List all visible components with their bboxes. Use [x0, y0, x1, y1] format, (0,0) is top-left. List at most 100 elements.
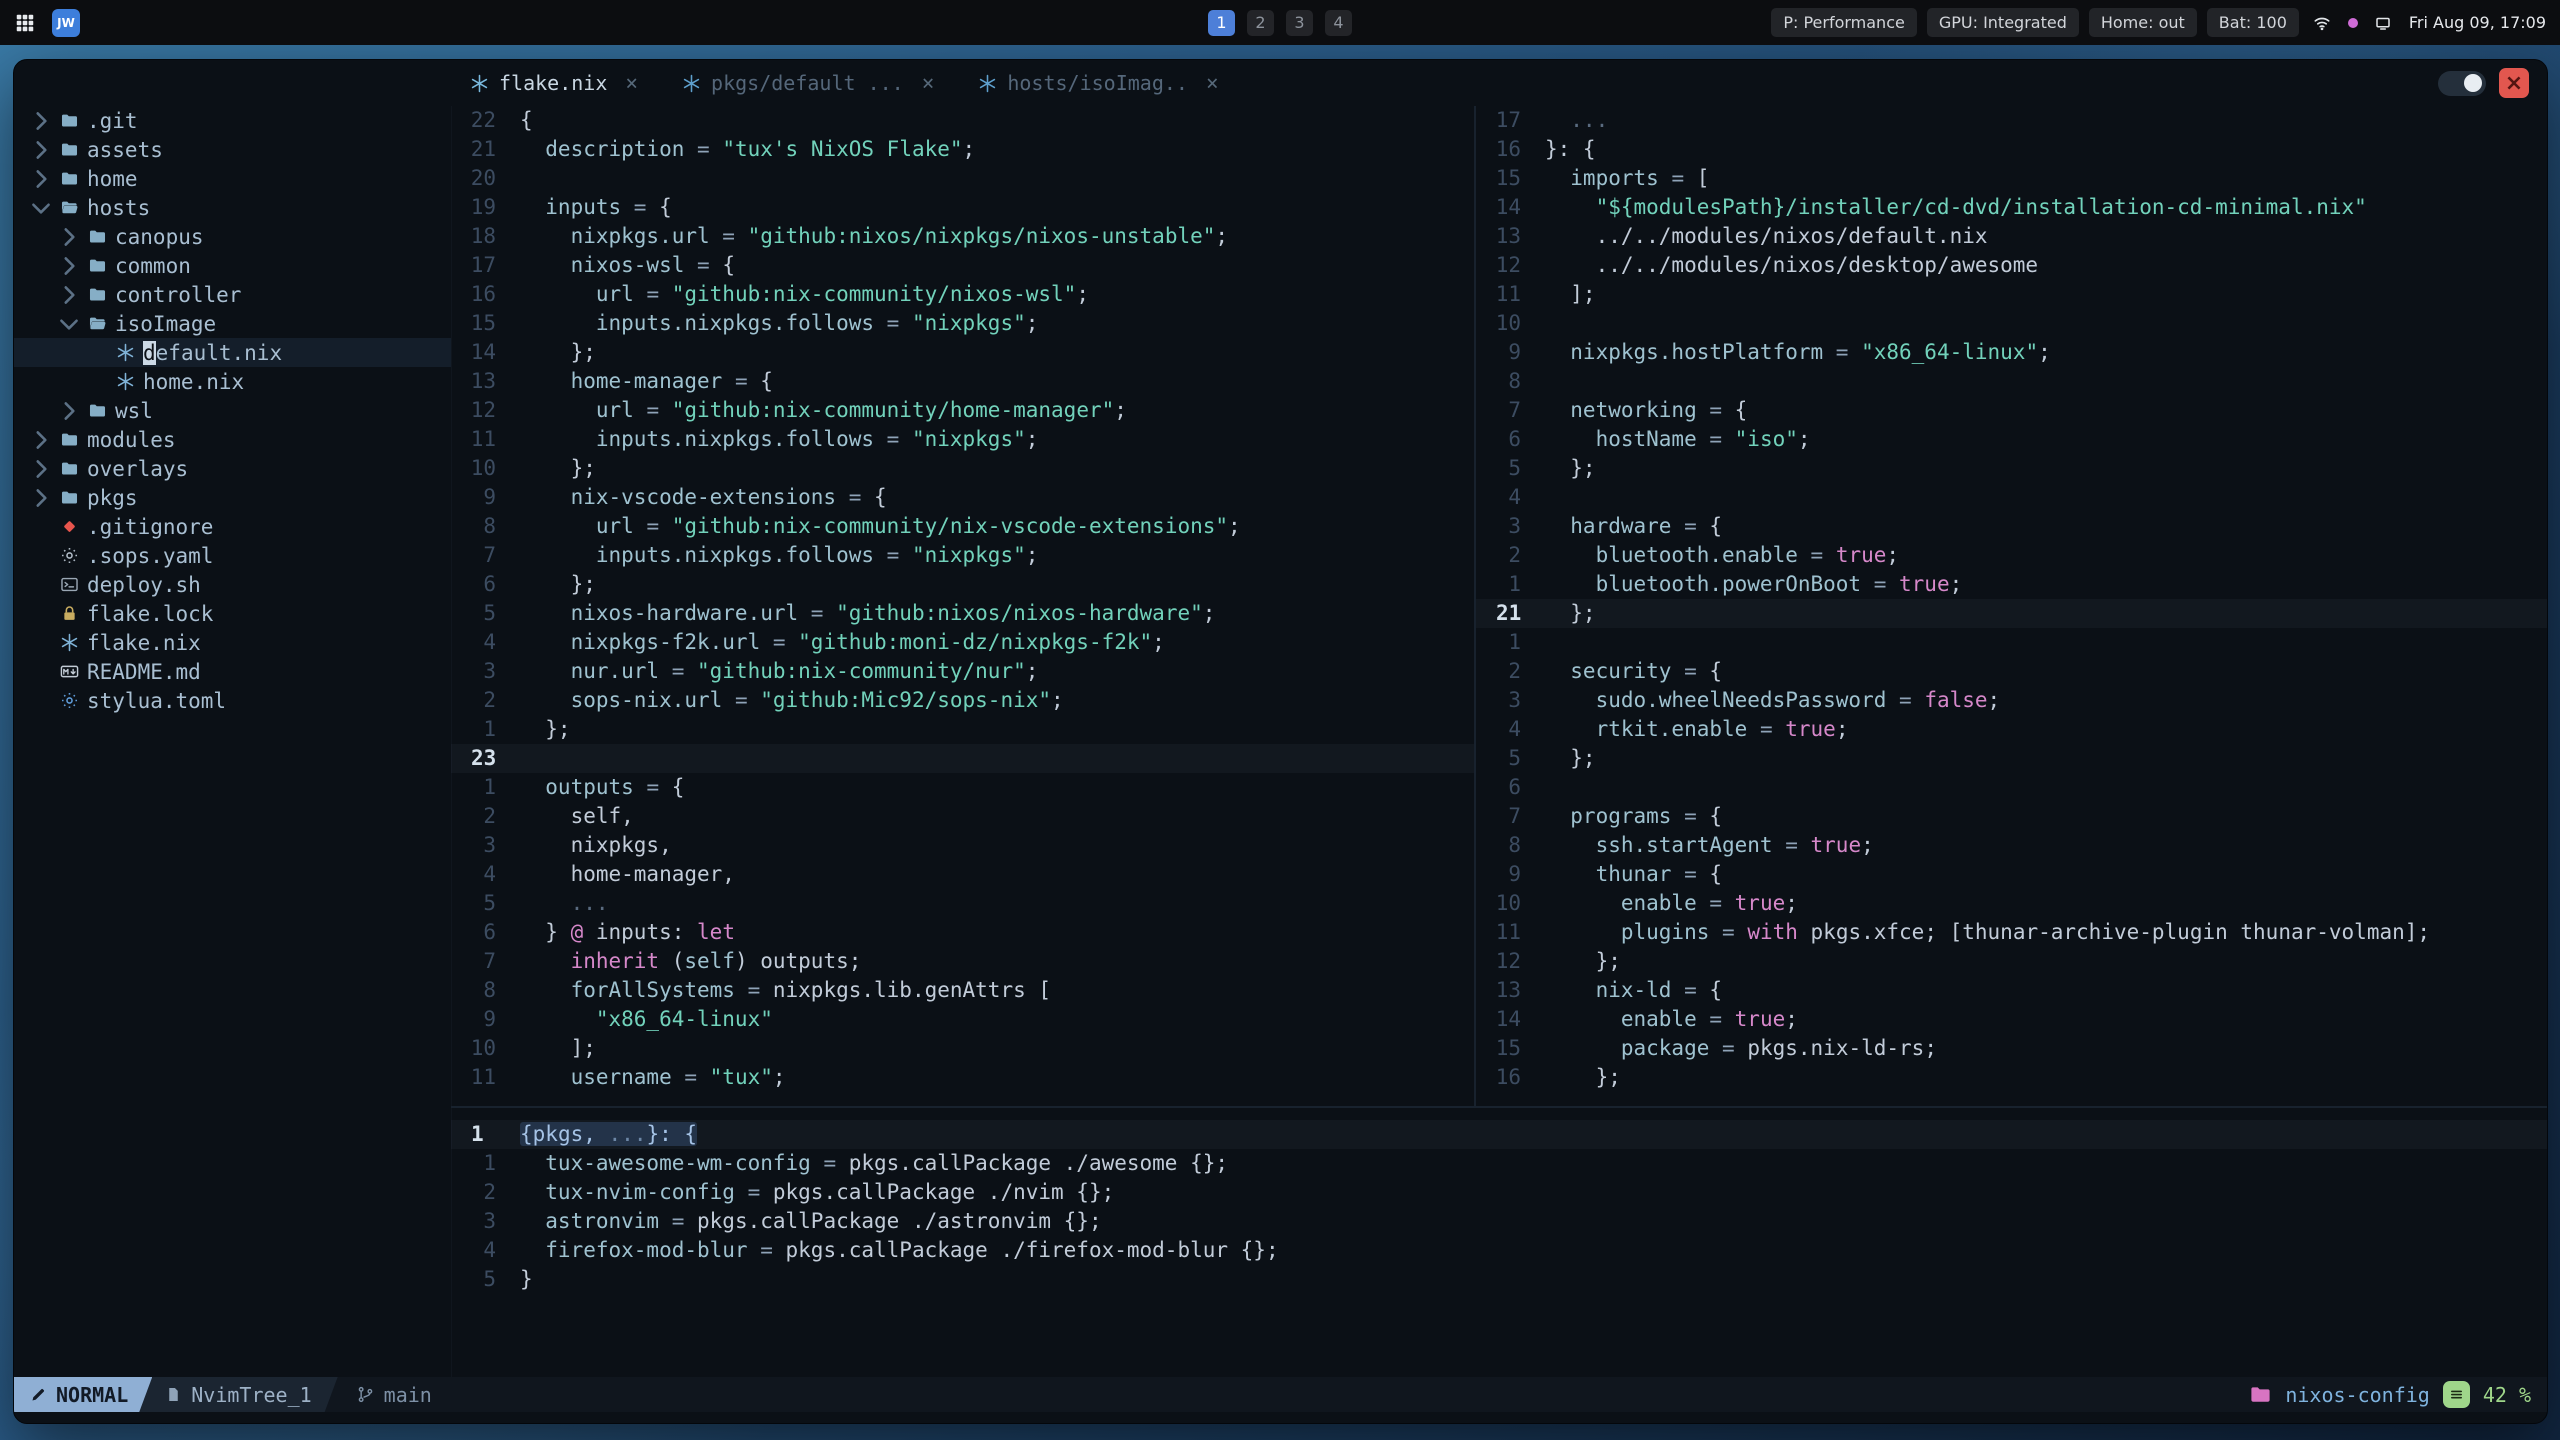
code-line[interactable]: 11 username = "tux"; [451, 1063, 1474, 1092]
code-line[interactable]: 9 nixpkgs.hostPlatform = "x86_64-linux"; [1476, 338, 2547, 367]
tree-dir-home[interactable]: home [14, 164, 451, 193]
tree-dir-wsl[interactable]: wsl [14, 396, 451, 425]
code-line[interactable]: 7 programs = { [1476, 802, 2547, 831]
code-line[interactable]: 3 sudo.wheelNeedsPassword = false; [1476, 686, 2547, 715]
code-line[interactable]: 1 {pkgs, ...}: { [451, 1120, 2547, 1149]
code-line[interactable]: 2 self, [451, 802, 1474, 831]
code-line[interactable]: 4 rtkit.enable = true; [1476, 715, 2547, 744]
tree-file-stylua-toml[interactable]: stylua.toml [14, 686, 451, 715]
code-line[interactable]: 7 inputs.nixpkgs.follows = "nixpkgs"; [451, 541, 1474, 570]
code-line[interactable]: 6 } @ inputs: let [451, 918, 1474, 947]
code-line[interactable]: 7 networking = { [1476, 396, 2547, 425]
code-line[interactable]: 13 home-manager = { [451, 367, 1474, 396]
code-line[interactable]: 10 [1476, 309, 2547, 338]
code-line[interactable]: 14 "${modulesPath}/installer/cd-dvd/inst… [1476, 193, 2547, 222]
distro-logo[interactable]: JW [52, 8, 80, 37]
tree-file-flake-lock[interactable]: flake.lock [14, 599, 451, 628]
code-line[interactable]: 14 }; [451, 338, 1474, 367]
code-line[interactable]: 21 description = "tux's NixOS Flake"; [451, 135, 1474, 164]
code-line[interactable]: 17 ... [1476, 106, 2547, 135]
code-line[interactable]: 10 }; [451, 454, 1474, 483]
code-line[interactable]: 1 [1476, 628, 2547, 657]
tree-dir-controller[interactable]: controller [14, 280, 451, 309]
code-line[interactable]: 4 home-manager, [451, 860, 1474, 889]
code-line[interactable]: 16 }; [1476, 1063, 2547, 1092]
code-line[interactable]: 12 ../../modules/nixos/desktop/awesome [1476, 251, 2547, 280]
tree-file-home-nix[interactable]: home.nix [14, 367, 451, 396]
tree-file-flake-nix[interactable]: flake.nix [14, 628, 451, 657]
code-line[interactable]: 13 ../../modules/nixos/default.nix [1476, 222, 2547, 251]
tree-dir--git[interactable]: .git [14, 106, 451, 135]
code-line[interactable]: 11 plugins = with pkgs.xfce; [thunar-arc… [1476, 918, 2547, 947]
workspace-4[interactable]: 4 [1325, 9, 1352, 36]
code-line[interactable]: 5} [451, 1265, 2547, 1294]
tab-pkgs-default-[interactable]: pkgs/default ... × [674, 71, 942, 95]
code-line[interactable]: 5 }; [1476, 454, 2547, 483]
code-line[interactable]: 9 thunar = { [1476, 860, 2547, 889]
workspace-1[interactable]: 1 [1208, 9, 1235, 36]
code-line[interactable]: 14 enable = true; [1476, 1005, 2547, 1034]
code-line[interactable]: 1 bluetooth.powerOnBoot = true; [1476, 570, 2547, 599]
code-line[interactable]: 5 }; [1476, 744, 2547, 773]
tree-dir-overlays[interactable]: overlays [14, 454, 451, 483]
code-line[interactable]: 17 nixos-wsl = { [451, 251, 1474, 280]
code-line[interactable]: 6 hostName = "iso"; [1476, 425, 2547, 454]
close-window-button[interactable]: × [2499, 68, 2529, 98]
code-line[interactable]: 9 nix-vscode-extensions = { [451, 483, 1474, 512]
tree-dir-hosts[interactable]: hosts [14, 193, 451, 222]
code-line[interactable]: 9 "x86_64-linux" [451, 1005, 1474, 1034]
status-dot-icon[interactable] [2345, 15, 2361, 31]
code-line[interactable]: 18 nixpkgs.url = "github:nixos/nixpkgs/n… [451, 222, 1474, 251]
code-line[interactable]: 5 nixos-hardware.url = "github:nixos/nix… [451, 599, 1474, 628]
code-line[interactable]: 7 inherit (self) outputs; [451, 947, 1474, 976]
code-line[interactable]: 3 nixpkgs, [451, 831, 1474, 860]
tree-dir-isoimage[interactable]: isoImage [14, 309, 451, 338]
code-line[interactable]: 4 nixpkgs-f2k.url = "github:moni-dz/nixp… [451, 628, 1474, 657]
code-line[interactable]: 15 package = pkgs.nix-ld-rs; [1476, 1034, 2547, 1063]
code-line[interactable]: 5 ... [451, 889, 1474, 918]
tree-dir-assets[interactable]: assets [14, 135, 451, 164]
code-line[interactable]: 8 forAllSystems = nixpkgs.lib.genAttrs [ [451, 976, 1474, 1005]
tray-icon[interactable] [2374, 14, 2392, 32]
pin-toggle[interactable] [2438, 70, 2486, 96]
tree-file--gitignore[interactable]: .gitignore [14, 512, 451, 541]
code-line[interactable]: 12 }; [1476, 947, 2547, 976]
code-line[interactable]: 16}: { [1476, 135, 2547, 164]
code-line[interactable]: 22 { [451, 106, 1474, 135]
code-line[interactable]: 15 imports = [ [1476, 164, 2547, 193]
code-line[interactable]: 3 nur.url = "github:nix-community/nur"; [451, 657, 1474, 686]
code-line[interactable]: 11 ]; [1476, 280, 2547, 309]
code-line[interactable]: 2 security = { [1476, 657, 2547, 686]
code-line[interactable]: 2 sops-nix.url = "github:Mic92/sops-nix"… [451, 686, 1474, 715]
tab-hosts-isoimag-[interactable]: hosts/isoImag.. × [970, 71, 1226, 95]
tab-close-icon[interactable]: × [625, 71, 638, 95]
code-line[interactable]: 10 enable = true; [1476, 889, 2547, 918]
code-line[interactable]: 1 tux-awesome-wm-config = pkgs.callPacka… [451, 1149, 2547, 1178]
workspace-2[interactable]: 2 [1247, 9, 1274, 36]
code-line[interactable]: 6 }; [451, 570, 1474, 599]
code-line[interactable]: 4 [1476, 483, 2547, 512]
code-line[interactable]: 16 url = "github:nix-community/nixos-wsl… [451, 280, 1474, 309]
tree-dir-pkgs[interactable]: pkgs [14, 483, 451, 512]
tree-file-readme-md[interactable]: README.md [14, 657, 451, 686]
workspace-3[interactable]: 3 [1286, 9, 1313, 36]
code-line[interactable]: 4 firefox-mod-blur = pkgs.callPackage ./… [451, 1236, 2547, 1265]
code-line[interactable]: 2 tux-nvim-config = pkgs.callPackage ./n… [451, 1178, 2547, 1207]
code-line[interactable]: 3 hardware = { [1476, 512, 2547, 541]
tree-dir-modules[interactable]: modules [14, 425, 451, 454]
code-line[interactable]: 23 [451, 744, 1474, 773]
code-line[interactable]: 21 }; [1476, 599, 2547, 628]
tree-file-default-nix[interactable]: default.nix [14, 338, 451, 367]
code-line[interactable]: 1 outputs = { [451, 773, 1474, 802]
tab-close-icon[interactable]: × [1206, 71, 1219, 95]
tree-file--sops-yaml[interactable]: .sops.yaml [14, 541, 451, 570]
code-line[interactable]: 12 url = "github:nix-community/home-mana… [451, 396, 1474, 425]
tree-dir-canopus[interactable]: canopus [14, 222, 451, 251]
tab-flake-nix[interactable]: flake.nix × [462, 71, 646, 95]
code-line[interactable]: 15 inputs.nixpkgs.follows = "nixpkgs"; [451, 309, 1474, 338]
code-line[interactable]: 19 inputs = { [451, 193, 1474, 222]
code-line[interactable]: 8 url = "github:nix-community/nix-vscode… [451, 512, 1474, 541]
tree-dir-common[interactable]: common [14, 251, 451, 280]
code-line[interactable]: 20 [451, 164, 1474, 193]
apps-launcher-icon[interactable] [14, 12, 36, 34]
